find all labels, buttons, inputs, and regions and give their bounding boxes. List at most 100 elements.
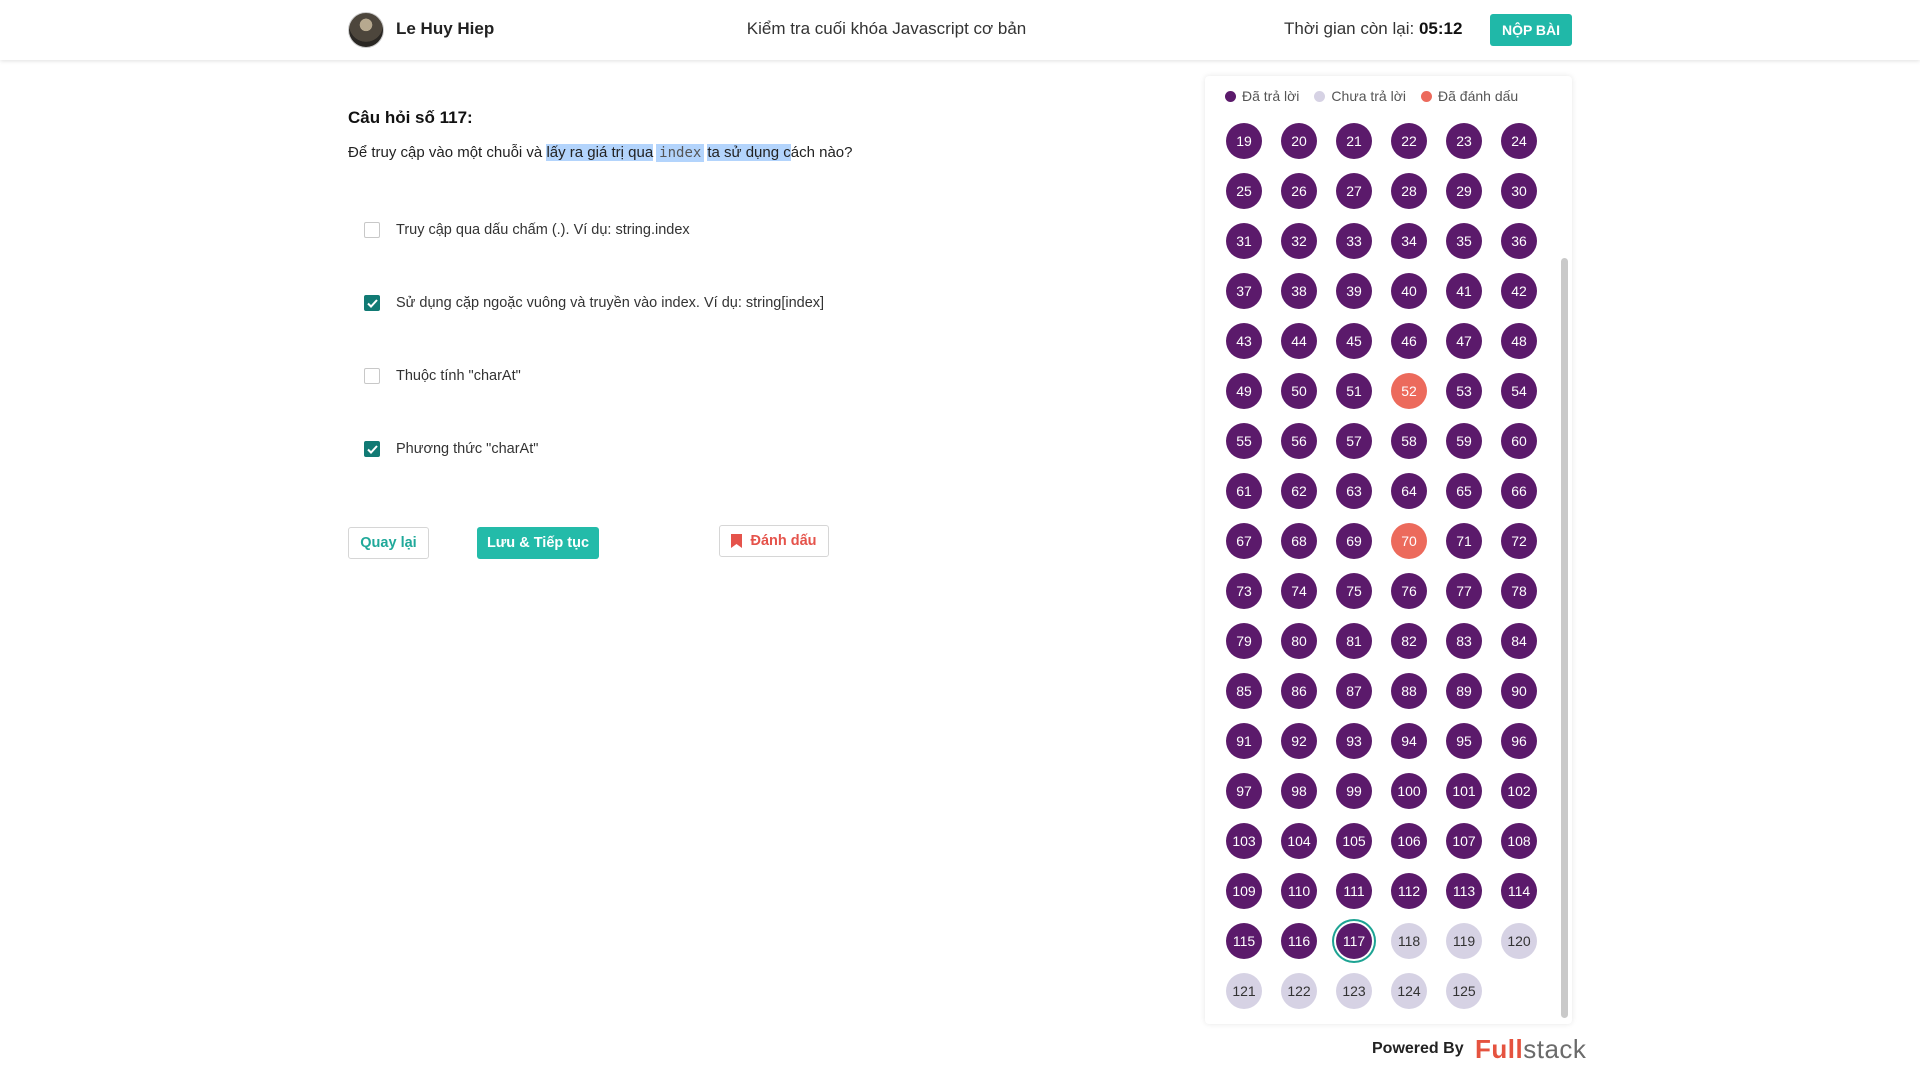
answer-option[interactable]: Phương thức "charAt"	[364, 441, 538, 457]
question-number-button[interactable]: 114	[1501, 873, 1537, 909]
question-number-button[interactable]: 37	[1226, 273, 1262, 309]
question-number-button[interactable]: 102	[1501, 773, 1537, 809]
question-number-button[interactable]: 54	[1501, 373, 1537, 409]
question-number-button[interactable]: 43	[1226, 323, 1262, 359]
question-number-button[interactable]: 58	[1391, 423, 1427, 459]
question-number-button[interactable]: 33	[1336, 223, 1372, 259]
question-number-button[interactable]: 27	[1336, 173, 1372, 209]
question-number-button[interactable]: 98	[1281, 773, 1317, 809]
question-number-button[interactable]: 92	[1281, 723, 1317, 759]
question-number-button[interactable]: 95	[1446, 723, 1482, 759]
question-number-button[interactable]: 78	[1501, 573, 1537, 609]
question-number-button[interactable]: 107	[1446, 823, 1482, 859]
question-number-button[interactable]: 119	[1446, 923, 1482, 959]
question-number-button[interactable]: 116	[1281, 923, 1317, 959]
question-number-button[interactable]: 46	[1391, 323, 1427, 359]
question-number-button[interactable]: 25	[1226, 173, 1262, 209]
answer-option[interactable]: Thuộc tính "charAt"	[364, 368, 521, 384]
question-number-button[interactable]: 75	[1336, 573, 1372, 609]
answer-checkbox[interactable]	[364, 222, 380, 238]
question-number-button[interactable]: 19	[1226, 123, 1262, 159]
question-number-button[interactable]: 57	[1336, 423, 1372, 459]
question-number-button[interactable]: 40	[1391, 273, 1427, 309]
question-number-button[interactable]: 79	[1226, 623, 1262, 659]
question-number-button[interactable]: 90	[1501, 673, 1537, 709]
question-number-button[interactable]: 49	[1226, 373, 1262, 409]
question-number-button[interactable]: 77	[1446, 573, 1482, 609]
question-number-button[interactable]: 124	[1391, 973, 1427, 1009]
question-number-button[interactable]: 53	[1446, 373, 1482, 409]
question-number-button[interactable]: 93	[1336, 723, 1372, 759]
question-number-button[interactable]: 88	[1391, 673, 1427, 709]
question-number-button[interactable]: 110	[1281, 873, 1317, 909]
question-number-button[interactable]: 41	[1446, 273, 1482, 309]
question-number-button[interactable]: 26	[1281, 173, 1317, 209]
question-number-button[interactable]: 117	[1336, 923, 1372, 959]
question-number-button[interactable]: 65	[1446, 473, 1482, 509]
question-number-button[interactable]: 104	[1281, 823, 1317, 859]
question-number-button[interactable]: 36	[1501, 223, 1537, 259]
question-number-button[interactable]: 111	[1336, 873, 1372, 909]
question-number-button[interactable]: 101	[1446, 773, 1482, 809]
question-number-button[interactable]: 68	[1281, 523, 1317, 559]
mark-button[interactable]: Đánh dấu	[719, 525, 829, 557]
question-number-button[interactable]: 91	[1226, 723, 1262, 759]
question-number-button[interactable]: 66	[1501, 473, 1537, 509]
question-number-button[interactable]: 83	[1446, 623, 1482, 659]
question-number-button[interactable]: 97	[1226, 773, 1262, 809]
submit-button[interactable]: NỘP BÀI	[1490, 14, 1572, 46]
question-number-button[interactable]: 120	[1501, 923, 1537, 959]
question-number-button[interactable]: 64	[1391, 473, 1427, 509]
question-number-button[interactable]: 30	[1501, 173, 1537, 209]
answer-checkbox[interactable]	[364, 441, 380, 457]
question-number-button[interactable]: 24	[1501, 123, 1537, 159]
question-number-button[interactable]: 94	[1391, 723, 1427, 759]
question-number-button[interactable]: 23	[1446, 123, 1482, 159]
question-number-button[interactable]: 48	[1501, 323, 1537, 359]
question-number-button[interactable]: 45	[1336, 323, 1372, 359]
question-number-button[interactable]: 59	[1446, 423, 1482, 459]
question-number-button[interactable]: 115	[1226, 923, 1262, 959]
question-number-button[interactable]: 122	[1281, 973, 1317, 1009]
question-number-button[interactable]: 103	[1226, 823, 1262, 859]
question-number-button[interactable]: 29	[1446, 173, 1482, 209]
question-number-button[interactable]: 50	[1281, 373, 1317, 409]
question-number-button[interactable]: 112	[1391, 873, 1427, 909]
question-number-button[interactable]: 87	[1336, 673, 1372, 709]
question-number-button[interactable]: 69	[1336, 523, 1372, 559]
question-number-button[interactable]: 84	[1501, 623, 1537, 659]
question-number-button[interactable]: 51	[1336, 373, 1372, 409]
question-number-button[interactable]: 32	[1281, 223, 1317, 259]
question-number-button[interactable]: 80	[1281, 623, 1317, 659]
question-number-button[interactable]: 21	[1336, 123, 1372, 159]
question-number-button[interactable]: 86	[1281, 673, 1317, 709]
question-number-button[interactable]: 89	[1446, 673, 1482, 709]
back-button[interactable]: Quay lại	[348, 527, 429, 559]
question-number-button[interactable]: 71	[1446, 523, 1482, 559]
question-number-button[interactable]: 96	[1501, 723, 1537, 759]
question-number-button[interactable]: 106	[1391, 823, 1427, 859]
answer-option[interactable]: Truy cập qua dấu chấm (.). Ví dụ: string…	[364, 222, 690, 238]
question-number-button[interactable]: 73	[1226, 573, 1262, 609]
question-number-button[interactable]: 108	[1501, 823, 1537, 859]
question-number-button[interactable]: 109	[1226, 873, 1262, 909]
question-number-button[interactable]: 74	[1281, 573, 1317, 609]
question-number-button[interactable]: 56	[1281, 423, 1317, 459]
question-number-button[interactable]: 118	[1391, 923, 1427, 959]
question-number-button[interactable]: 34	[1391, 223, 1427, 259]
question-number-button[interactable]: 35	[1446, 223, 1482, 259]
answer-option[interactable]: Sử dụng cặp ngoặc vuông và truyền vào in…	[364, 295, 824, 311]
question-number-button[interactable]: 85	[1226, 673, 1262, 709]
question-number-button[interactable]: 62	[1281, 473, 1317, 509]
question-number-button[interactable]: 38	[1281, 273, 1317, 309]
question-number-button[interactable]: 67	[1226, 523, 1262, 559]
question-number-button[interactable]: 44	[1281, 323, 1317, 359]
question-number-button[interactable]: 81	[1336, 623, 1372, 659]
question-number-button[interactable]: 22	[1391, 123, 1427, 159]
answer-checkbox[interactable]	[364, 368, 380, 384]
question-number-button[interactable]: 39	[1336, 273, 1372, 309]
question-number-button[interactable]: 63	[1336, 473, 1372, 509]
question-number-button[interactable]: 31	[1226, 223, 1262, 259]
question-number-button[interactable]: 61	[1226, 473, 1262, 509]
question-number-button[interactable]: 20	[1281, 123, 1317, 159]
